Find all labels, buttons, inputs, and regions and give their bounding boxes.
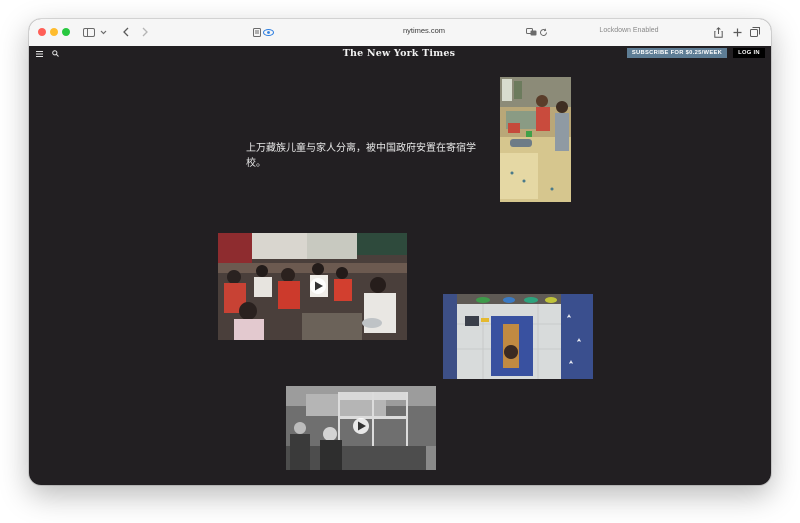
- back-icon[interactable]: [120, 24, 132, 40]
- browser-window: nytimes.com Lockdown Enabled The New Yor…: [29, 19, 771, 485]
- lockdown-mode-label: Lockdown Enabled: [599, 27, 659, 34]
- new-tab-icon[interactable]: [731, 24, 743, 40]
- zoom-window-button[interactable]: [62, 28, 70, 36]
- photo-dormitory-bunks[interactable]: [286, 386, 436, 470]
- subscribe-button[interactable]: SUBSCRIBE FOR $0.25/WEEK: [627, 48, 727, 58]
- share-icon[interactable]: [712, 24, 724, 40]
- address-bar[interactable]: nytimes.com: [384, 26, 464, 35]
- nyt-masthead-logo[interactable]: The New York Times: [319, 48, 479, 59]
- login-button[interactable]: LOG IN: [733, 48, 765, 58]
- reader-icon[interactable]: [252, 24, 262, 40]
- reload-icon[interactable]: [537, 24, 549, 40]
- photo-child-on-mattress[interactable]: [443, 294, 593, 379]
- sidebar-icon[interactable]: [82, 24, 96, 40]
- translate-icon[interactable]: [525, 24, 537, 40]
- chevron-down-icon[interactable]: [98, 24, 108, 40]
- menu-icon[interactable]: [35, 49, 43, 58]
- browser-toolbar: nytimes.com Lockdown Enabled: [29, 19, 771, 47]
- article-headline: 上万藏族儿童与家人分离，被中国政府安置在寄宿学校。: [246, 143, 476, 169]
- search-icon[interactable]: [51, 49, 59, 58]
- forward-icon[interactable]: [139, 24, 151, 40]
- close-window-button[interactable]: [38, 28, 46, 36]
- minimize-window-button[interactable]: [50, 28, 58, 36]
- photo-children-washing[interactable]: [500, 77, 571, 202]
- tabs-icon[interactable]: [749, 24, 761, 40]
- photo-classroom-meal[interactable]: [218, 233, 407, 340]
- privacy-icon[interactable]: [262, 24, 274, 40]
